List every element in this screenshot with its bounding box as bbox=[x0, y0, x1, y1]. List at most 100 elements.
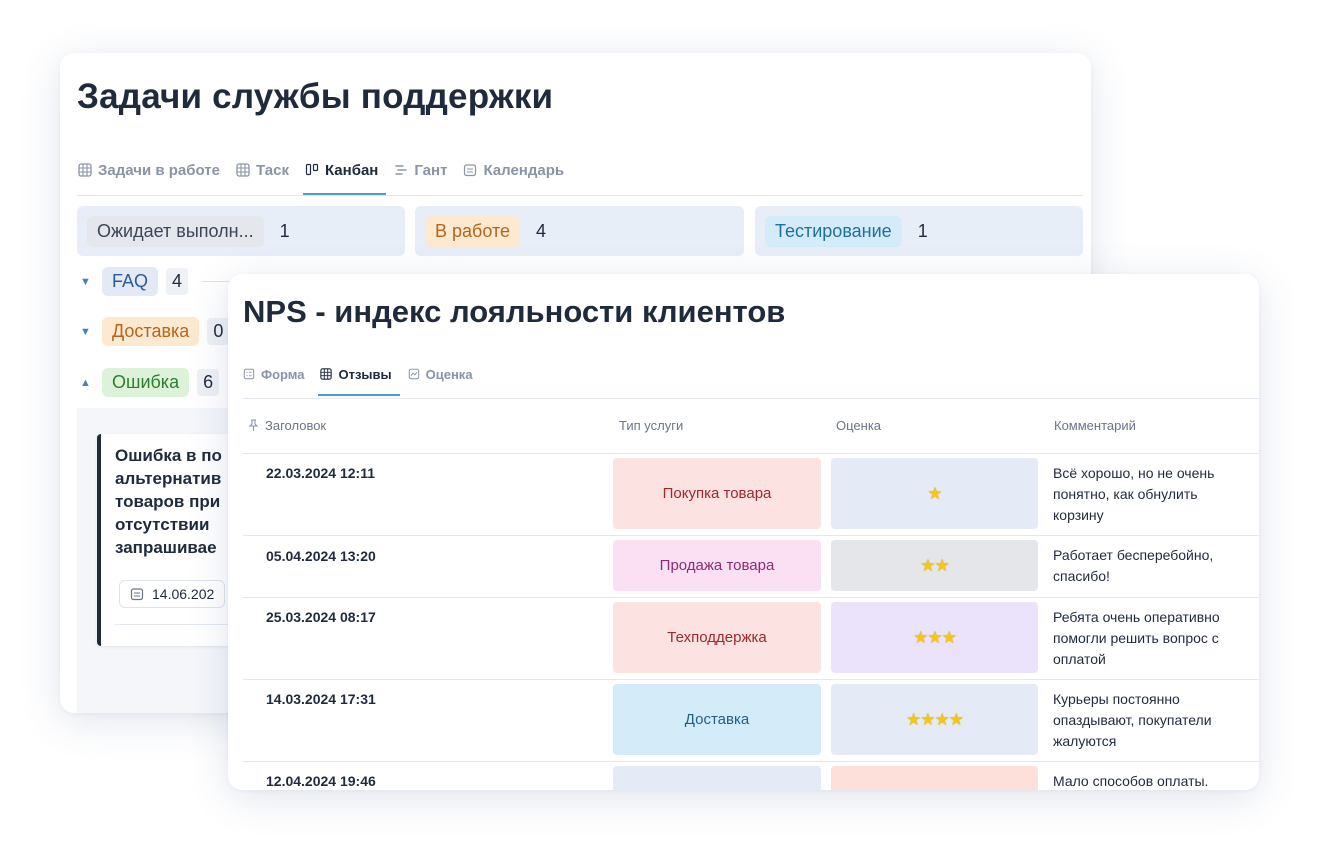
form-icon bbox=[243, 368, 255, 380]
gantt-icon bbox=[395, 165, 408, 175]
service-tag[interactable]: Продажа товара bbox=[613, 540, 821, 591]
view-tabs: Задачи в работе Таск Канбан Гант Календа… bbox=[78, 147, 580, 195]
comment-line: жалуются bbox=[1053, 733, 1117, 749]
group-count: 0 bbox=[207, 318, 230, 345]
task-date: 14.06.202 bbox=[152, 586, 215, 602]
tab-label: Гант bbox=[414, 161, 448, 179]
column-header-comment[interactable]: Комментарий bbox=[1054, 418, 1136, 433]
row-title[interactable]: 22.03.2024 12:11 bbox=[266, 465, 375, 481]
status-pill: Тестирование bbox=[765, 215, 902, 247]
header-label: Комментарий bbox=[1054, 418, 1136, 433]
column-count: 4 bbox=[536, 220, 547, 241]
comment-line: Всё хорошо, но не очень bbox=[1053, 465, 1215, 481]
header-label: Оценка bbox=[836, 418, 882, 433]
header-label: Заголовок bbox=[265, 418, 327, 433]
rating-cell[interactable]: ★ bbox=[831, 458, 1038, 529]
row-title[interactable]: 05.04.2024 13:20 bbox=[266, 548, 376, 564]
column-count: 1 bbox=[917, 220, 928, 241]
tabs-divider bbox=[77, 195, 1083, 196]
view-tabs: Форма Отзывы Оценка bbox=[243, 354, 489, 396]
column-header-rating[interactable]: Оценка bbox=[836, 418, 881, 433]
rating-cell[interactable]: ★★★★ bbox=[831, 684, 1038, 755]
service-tag[interactable]: Покупка товара bbox=[613, 458, 821, 529]
row-title[interactable]: 14.03.2024 17:31 bbox=[266, 691, 376, 707]
service-tag[interactable] bbox=[613, 766, 821, 790]
row-title[interactable]: 12.04.2024 19:46 bbox=[266, 773, 376, 789]
kanban-icon bbox=[305, 163, 319, 176]
collapse-caret-icon[interactable]: ▲ bbox=[80, 377, 94, 389]
comment-line: Работает бесперебойно, bbox=[1053, 547, 1214, 563]
comment-text: Всё хорошо, но не очень понятно, как обн… bbox=[1053, 463, 1259, 526]
pin-icon bbox=[248, 419, 259, 431]
row-title[interactable]: 25.03.2024 08:17 bbox=[266, 609, 376, 625]
tab-gantt[interactable]: Гант bbox=[394, 147, 455, 193]
group-pill: Ошибка bbox=[102, 368, 190, 397]
tab-label: Форма bbox=[261, 366, 305, 382]
expand-caret-icon[interactable]: ▼ bbox=[80, 326, 94, 338]
tab-label: Оценка bbox=[425, 366, 473, 382]
column-header-title[interactable]: Заголовок bbox=[248, 418, 326, 433]
column-header-waiting[interactable]: Ожидает выполн... 1 bbox=[77, 206, 405, 256]
table-icon bbox=[236, 163, 250, 177]
comment-text: Ребята очень оперативно помогли решить в… bbox=[1053, 607, 1259, 670]
column-header-in-progress[interactable]: В работе 4 bbox=[415, 206, 744, 256]
comment-line: Курьеры постоянно bbox=[1053, 691, 1180, 707]
rating-cell[interactable]: ★★★ bbox=[831, 602, 1038, 673]
tab-rating[interactable]: Оценка bbox=[408, 354, 481, 394]
star-rating-icon: ★★★ bbox=[913, 627, 957, 647]
tab-kanban[interactable]: Канбан bbox=[302, 147, 387, 195]
tab-task[interactable]: Таск bbox=[236, 147, 297, 193]
column-header-service[interactable]: Тип услуги bbox=[619, 418, 683, 433]
group-count: 4 bbox=[166, 268, 189, 295]
row-divider bbox=[243, 597, 1259, 598]
status-pill: Ожидает выполн... bbox=[87, 215, 264, 247]
task-date-chip[interactable]: 14.06.202 bbox=[119, 580, 226, 608]
tabs-divider bbox=[243, 398, 1259, 399]
comment-line: помогли решить вопрос с bbox=[1053, 630, 1219, 646]
header-label: Тип услуги bbox=[619, 418, 684, 433]
comment-line: оплатой bbox=[1053, 651, 1106, 667]
row-divider bbox=[243, 679, 1259, 680]
tab-form[interactable]: Форма bbox=[243, 354, 312, 394]
comment-text: Работает бесперебойно, спасибо! bbox=[1053, 545, 1259, 587]
calendar-icon bbox=[464, 164, 477, 177]
expand-caret-icon[interactable]: ▼ bbox=[80, 276, 94, 288]
nps-window: NPS - индекс лояльности клиентов Форма О… bbox=[228, 274, 1259, 790]
group-line bbox=[202, 281, 233, 282]
tab-reviews[interactable]: Отзывы bbox=[318, 354, 400, 396]
comment-line: Мало способов оплаты. bbox=[1053, 773, 1209, 789]
column-count: 1 bbox=[279, 220, 290, 241]
group-pill: Доставка bbox=[102, 317, 200, 346]
row-divider bbox=[243, 535, 1259, 536]
service-tag[interactable]: Техподдержка bbox=[613, 602, 821, 673]
tab-tasks-in-progress[interactable]: Задачи в работе bbox=[78, 147, 228, 193]
star-rating-icon: ★ bbox=[927, 483, 942, 503]
rating-cell[interactable] bbox=[831, 766, 1038, 790]
comment-text: Мало способов оплаты. bbox=[1053, 771, 1259, 790]
group-faq[interactable]: ▼ FAQ 4 bbox=[80, 267, 233, 296]
comment-line: Ребята очень оперативно bbox=[1053, 609, 1220, 625]
comment-line: опаздывают, покупатели bbox=[1053, 712, 1212, 728]
star-rating-icon: ★★ bbox=[920, 555, 950, 575]
group-count: 6 bbox=[197, 369, 220, 396]
comment-text: Курьеры постоянно опаздывают, покупатели… bbox=[1053, 689, 1259, 752]
tab-label: Календарь bbox=[483, 161, 565, 179]
page-title: NPS - индекс лояльности клиентов bbox=[243, 294, 786, 329]
column-header-testing[interactable]: Тестирование 1 bbox=[755, 206, 1083, 256]
group-error[interactable]: ▲ Ошибка 6 bbox=[80, 368, 220, 397]
calendar-icon bbox=[130, 588, 144, 601]
star-rating-icon: ★★★★ bbox=[906, 709, 964, 729]
chart-icon bbox=[408, 368, 419, 380]
group-delivery[interactable]: ▼ Доставка 0 bbox=[80, 317, 230, 346]
rating-cell[interactable]: ★★ bbox=[831, 540, 1038, 591]
tab-calendar[interactable]: Календарь bbox=[463, 147, 572, 193]
group-pill: FAQ bbox=[102, 267, 159, 296]
service-tag[interactable]: Доставка bbox=[613, 684, 821, 755]
tab-label: Задачи в работе bbox=[98, 161, 220, 179]
page-title: Задачи службы поддержки bbox=[77, 77, 554, 116]
status-pill: В работе bbox=[425, 215, 521, 247]
comment-line: корзину bbox=[1053, 507, 1104, 523]
tab-label: Отзывы bbox=[338, 366, 392, 382]
comment-line: понятно, как обнулить bbox=[1053, 486, 1198, 502]
header-divider bbox=[243, 453, 1259, 454]
